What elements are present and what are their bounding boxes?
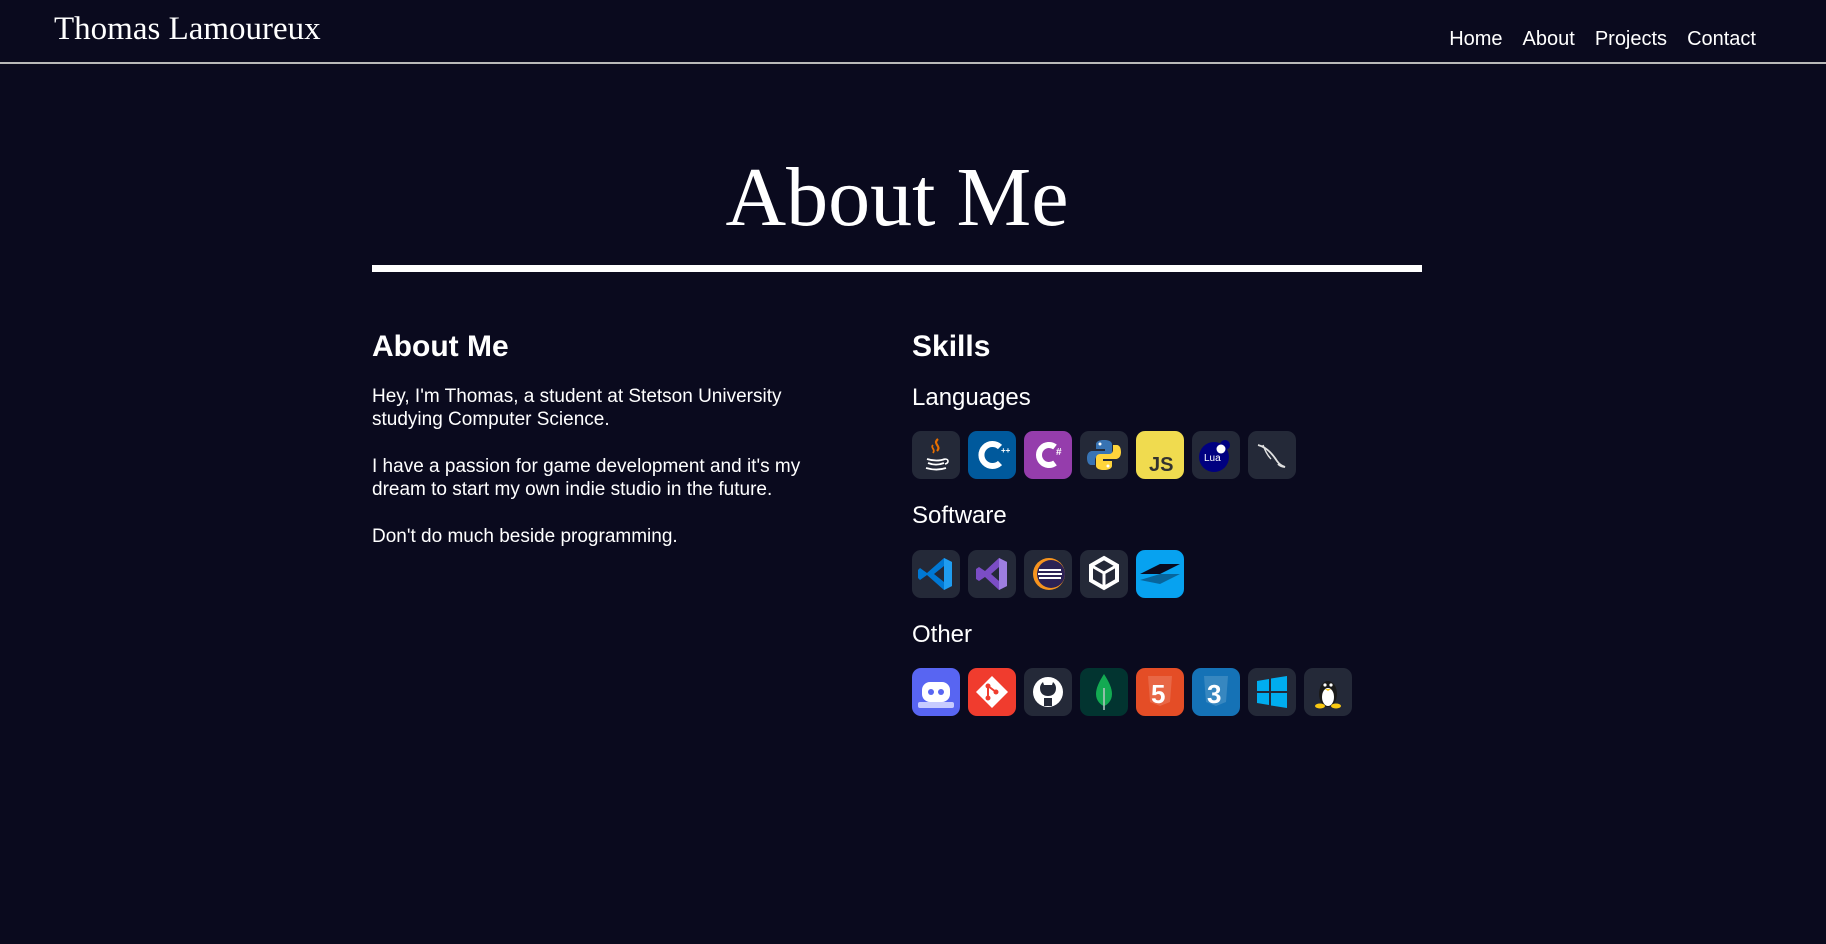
nav-about-link[interactable]: About (1523, 29, 1575, 49)
software-icons (912, 549, 1432, 598)
languages-icons: ++ # JS Lua (912, 431, 1432, 480)
other-heading: Other (912, 620, 973, 648)
java-icon (912, 431, 960, 480)
mongodb-icon (1080, 668, 1128, 717)
title-divider (372, 265, 1422, 272)
about-paragraph: Don't do much beside programming. (372, 526, 678, 547)
css3-icon: 3 (1192, 668, 1240, 717)
svg-text:Lua: Lua (1204, 453, 1221, 464)
languages-heading: Languages (912, 384, 1031, 411)
svg-text:5: 5 (1151, 679, 1165, 709)
site-header: Thomas Lamoureux Home About Projects Con… (0, 0, 1826, 64)
about-paragraph: I have a passion for game development an… (372, 456, 801, 500)
svg-text:++: ++ (1001, 446, 1011, 455)
main-nav: Home About Projects Contact (1449, 29, 1756, 49)
discord-bot-icon (912, 668, 960, 717)
mysql-icon (1248, 431, 1296, 480)
svg-text:JS: JS (1149, 454, 1173, 476)
python-icon (1080, 431, 1128, 480)
svg-text:3: 3 (1207, 679, 1221, 709)
eclipse-icon (1024, 549, 1072, 598)
lua-icon: Lua (1192, 431, 1240, 480)
software-heading: Software (912, 502, 1007, 530)
linux-icon (1304, 668, 1352, 717)
page-title: About Me (725, 151, 1069, 244)
csharp-icon: # (1024, 431, 1072, 480)
svg-text:#: # (1056, 447, 1062, 458)
nav-contact-link[interactable]: Contact (1687, 29, 1756, 49)
site-brand-link[interactable]: Thomas Lamoureux (54, 13, 321, 46)
github-icon (1024, 668, 1072, 717)
about-paragraph: Hey, I'm Thomas, a student at Stetson Un… (372, 386, 782, 430)
webstorm-icon (1136, 549, 1184, 598)
html5-icon: 5 (1136, 668, 1184, 717)
skills-heading: Skills (912, 330, 991, 363)
skills-section: Skills Languages ++ # JS Lua Software Ot… (912, 330, 1432, 740)
cpp-icon: ++ (968, 431, 1016, 480)
about-section: About Me Hey, I'm Thomas, a student at S… (372, 330, 852, 572)
vscode-icon (912, 549, 960, 598)
git-icon (968, 668, 1016, 717)
javascript-icon: JS (1136, 431, 1184, 480)
nav-home-link[interactable]: Home (1449, 29, 1502, 49)
other-icons: 5 3 (912, 668, 1432, 717)
nav-projects-link[interactable]: Projects (1595, 29, 1667, 49)
visual-studio-icon (968, 549, 1016, 598)
about-heading: About Me (372, 330, 509, 363)
unity-icon (1080, 549, 1128, 598)
windows-icon (1248, 668, 1296, 717)
